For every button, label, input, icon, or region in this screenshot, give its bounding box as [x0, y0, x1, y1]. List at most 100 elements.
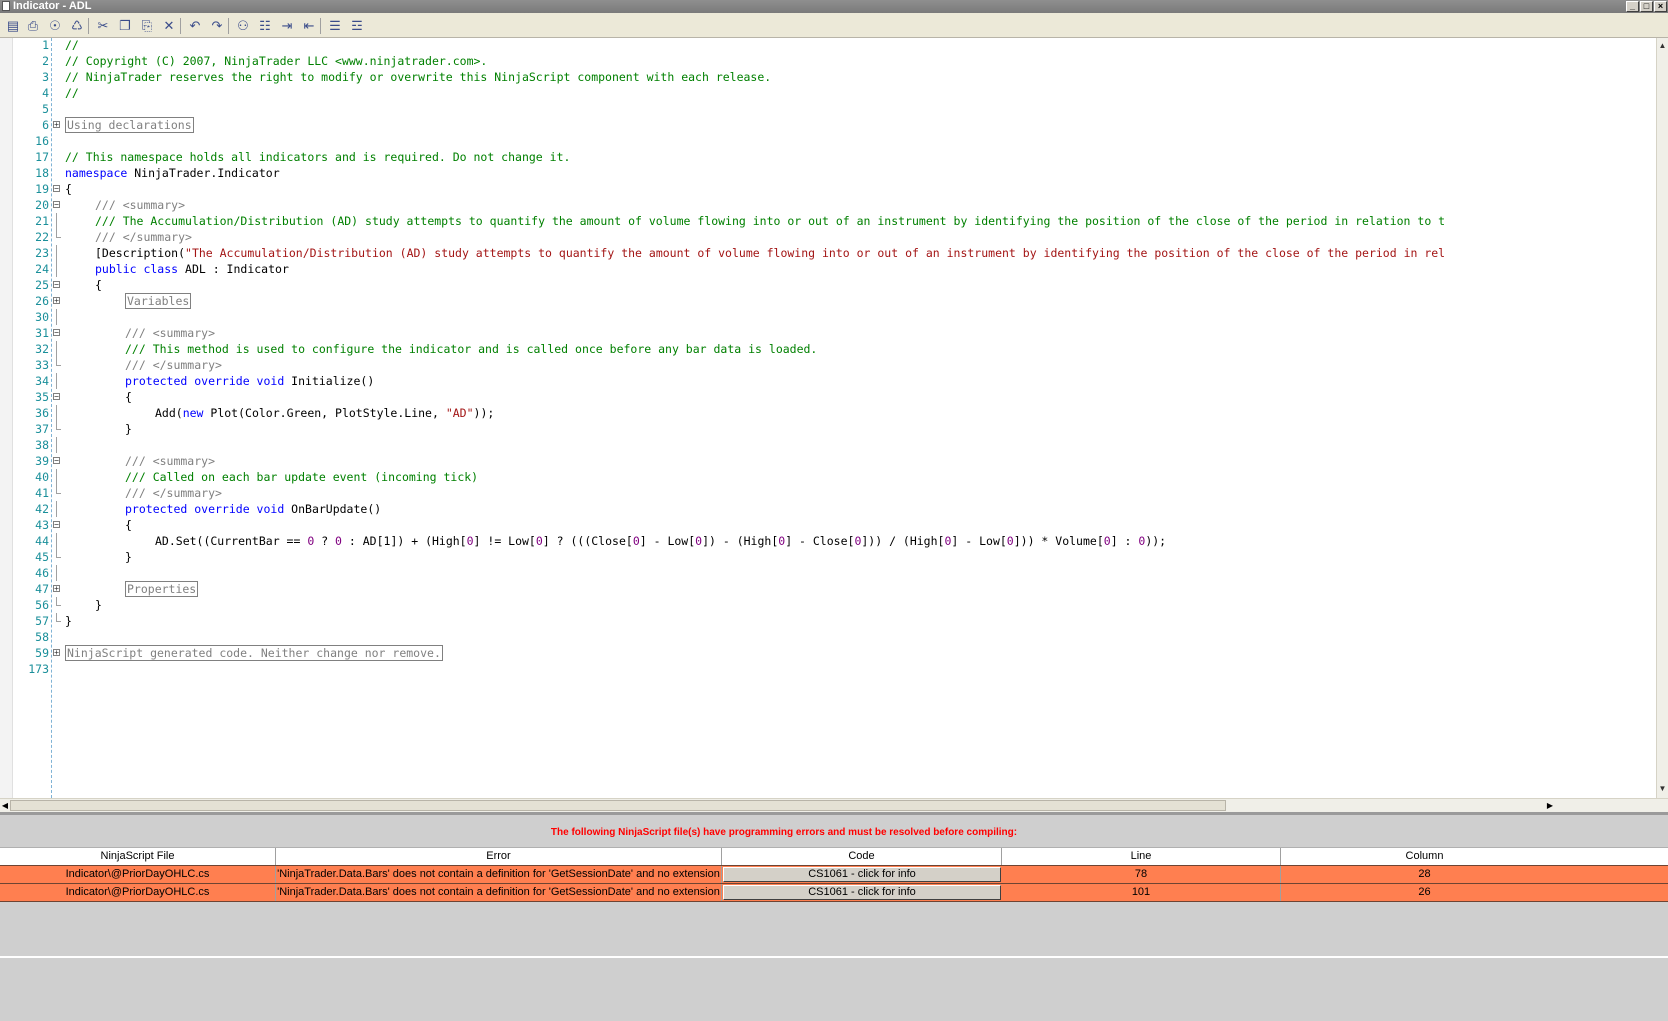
horizontal-scroll-thumb[interactable] [10, 800, 1226, 811]
code-line[interactable]: 44 AD.Set((CurrentBar == 0 ? 0 : AD[1]) +… [0, 533, 1656, 549]
collapse-icon[interactable]: − [53, 521, 60, 529]
expand-icon[interactable]: + [53, 121, 60, 129]
collapse-icon[interactable]: − [53, 185, 60, 193]
minimize-button[interactable]: _ [1626, 1, 1639, 12]
indent-icon[interactable]: ⇥ [278, 17, 296, 35]
code-editor[interactable]: 1 // 2 // Copyright (C) 2007, NinjaTrader L… [0, 38, 1668, 798]
code-line[interactable]: 25− { [0, 277, 1656, 293]
code-line[interactable]: 6 + Using declarations [0, 117, 1656, 133]
collapse-icon[interactable]: − [53, 281, 60, 289]
code-line[interactable]: 16 [0, 133, 1656, 149]
expand-icon[interactable]: + [53, 649, 60, 657]
code-line[interactable]: 39− /// <summary> [0, 453, 1656, 469]
code-token: // NinjaTrader reserves the right to mod… [65, 70, 772, 84]
scroll-down-icon[interactable]: ▼ [1657, 783, 1668, 794]
code-line[interactable]: 4 // [0, 85, 1656, 101]
scroll-up-icon[interactable]: ▲ [1657, 40, 1668, 51]
maximize-button[interactable]: □ [1640, 1, 1653, 12]
print-preview-icon[interactable]: ☉ [46, 17, 64, 35]
error-file-cell: Indicator\@PriorDayOHLC.cs [0, 884, 276, 901]
code-line[interactable]: 38 [0, 437, 1656, 453]
code-line[interactable]: 46 [0, 565, 1656, 581]
code-line[interactable]: 30 [0, 309, 1656, 325]
code-line[interactable]: 31− /// <summary> [0, 325, 1656, 341]
code-line[interactable]: 26 + Variables [0, 293, 1656, 309]
collapsed-region[interactable]: NinjaScript generated code. Neither chan… [65, 645, 443, 661]
column-header-column[interactable]: Column [1281, 848, 1568, 865]
collapse-icon[interactable]: − [53, 457, 60, 465]
paste-icon[interactable]: ⎘ [138, 17, 156, 35]
code-line[interactable]: 17 // This namespace holds all indicators… [0, 149, 1656, 165]
code-line[interactable]: 47 + Properties [0, 581, 1656, 597]
code-token: new [182, 406, 204, 420]
code-line[interactable]: 20− /// <summary> [0, 197, 1656, 213]
horizontal-scrollbar[interactable]: ◀ ▶ [0, 798, 1668, 812]
code-line[interactable]: 24 public class ADL : Indicator [0, 261, 1656, 277]
code-line[interactable]: 40 /// Called on each bar update event (i… [0, 469, 1656, 485]
code-line[interactable]: 42 protected override void OnBarUpdate() [0, 501, 1656, 517]
code-line[interactable]: 2 // Copyright (C) 2007, NinjaTrader LLC … [0, 53, 1656, 69]
error-row[interactable]: Indicator\@PriorDayOHLC.cs 'NinjaTrader.… [0, 883, 1668, 901]
code-line[interactable]: 1 // [0, 38, 1656, 53]
close-button[interactable]: × [1654, 1, 1667, 12]
collapse-icon[interactable]: − [53, 201, 60, 209]
scroll-right-icon[interactable]: ▶ [1545, 799, 1555, 812]
error-code-button[interactable]: CS1061 - click for info [723, 885, 1001, 900]
collapse-icon[interactable]: − [53, 329, 60, 337]
code-line[interactable]: 23 [Description("The Accumulation/Distrib… [0, 245, 1656, 261]
find-icon[interactable]: ⚇ [234, 17, 252, 35]
vertical-scrollbar[interactable]: ▲ ▼ [1656, 38, 1668, 798]
expand-icon[interactable]: + [53, 297, 60, 305]
expand-icon[interactable]: + [53, 585, 60, 593]
redo-icon[interactable]: ↷ [208, 17, 226, 35]
replace-icon[interactable]: ☷ [256, 17, 274, 35]
code-token: { [65, 182, 72, 196]
copy-icon[interactable]: ❐ [116, 17, 134, 35]
code-line[interactable]: 32 /// This method is used to configure t… [0, 341, 1656, 357]
collapsed-region[interactable]: Using declarations [65, 117, 194, 133]
code-line[interactable]: 22 /// </summary> [0, 229, 1656, 245]
code-line[interactable]: 19−{ [0, 181, 1656, 197]
compile-icon[interactable]: ♺ [68, 17, 86, 35]
uncomment-icon[interactable]: ☲ [348, 17, 366, 35]
delete-icon[interactable]: ✕ [160, 17, 178, 35]
column-header-line[interactable]: Line [1002, 848, 1281, 865]
outdent-icon[interactable]: ⇤ [300, 17, 318, 35]
code-line[interactable]: 57} [0, 613, 1656, 629]
cut-icon[interactable]: ✂ [94, 17, 112, 35]
code-token: AD.Set((CurrentBar == [155, 534, 308, 548]
code-token: "The Accumulation/Distribution (AD) stud… [185, 246, 1446, 260]
error-row[interactable]: Indicator\@PriorDayOHLC.cs 'NinjaTrader.… [0, 865, 1668, 883]
code-line[interactable]: 35− { [0, 389, 1656, 405]
scroll-left-icon[interactable]: ◀ [0, 799, 10, 812]
column-header-code[interactable]: Code [722, 848, 1002, 865]
undo-icon[interactable]: ↶ [186, 17, 204, 35]
line-number: 4 [42, 86, 49, 100]
print-icon[interactable]: ⎙ [24, 17, 42, 35]
code-line[interactable]: 56} [0, 597, 1656, 613]
collapsed-region[interactable]: Properties [125, 581, 199, 597]
code-line[interactable]: 21 /// The Accumulation/Distribution (AD)… [0, 213, 1656, 229]
code-line[interactable]: 45} [0, 549, 1656, 565]
code-line[interactable]: 37} [0, 421, 1656, 437]
code-token: ] ? (((Close[ [542, 534, 633, 548]
code-text: // Copyright (C) 2007, NinjaTrader LLC <… [65, 53, 487, 69]
column-header-error[interactable]: Error [276, 848, 722, 865]
code-line[interactable]: 173 [0, 661, 1656, 677]
code-line[interactable]: 18 namespace NinjaTrader.Indicator [0, 165, 1656, 181]
code-line[interactable]: 58 [0, 629, 1656, 645]
code-line[interactable]: 36 Add(new Plot(Color.Green, PlotStyle.Li… [0, 405, 1656, 421]
collapsed-region[interactable]: Variables [125, 293, 192, 309]
code-line[interactable]: 41 /// </summary> [0, 485, 1656, 501]
code-line[interactable]: 59 + NinjaScript generated code. Neither c… [0, 645, 1656, 661]
code-line[interactable]: 3 // NinjaTrader reserves the right to mo… [0, 69, 1656, 85]
code-line[interactable]: 5 [0, 101, 1656, 117]
column-header-file[interactable]: NinjaScript File [0, 848, 276, 865]
error-code-button[interactable]: CS1061 - click for info [723, 867, 1001, 882]
code-line[interactable]: 33 /// </summary> [0, 357, 1656, 373]
comment-icon[interactable]: ☰ [326, 17, 344, 35]
save-icon[interactable]: ▤ [4, 17, 22, 35]
code-line[interactable]: 43− { [0, 517, 1656, 533]
collapse-icon[interactable]: − [53, 393, 60, 401]
code-line[interactable]: 34 protected override void Initialize() [0, 373, 1656, 389]
